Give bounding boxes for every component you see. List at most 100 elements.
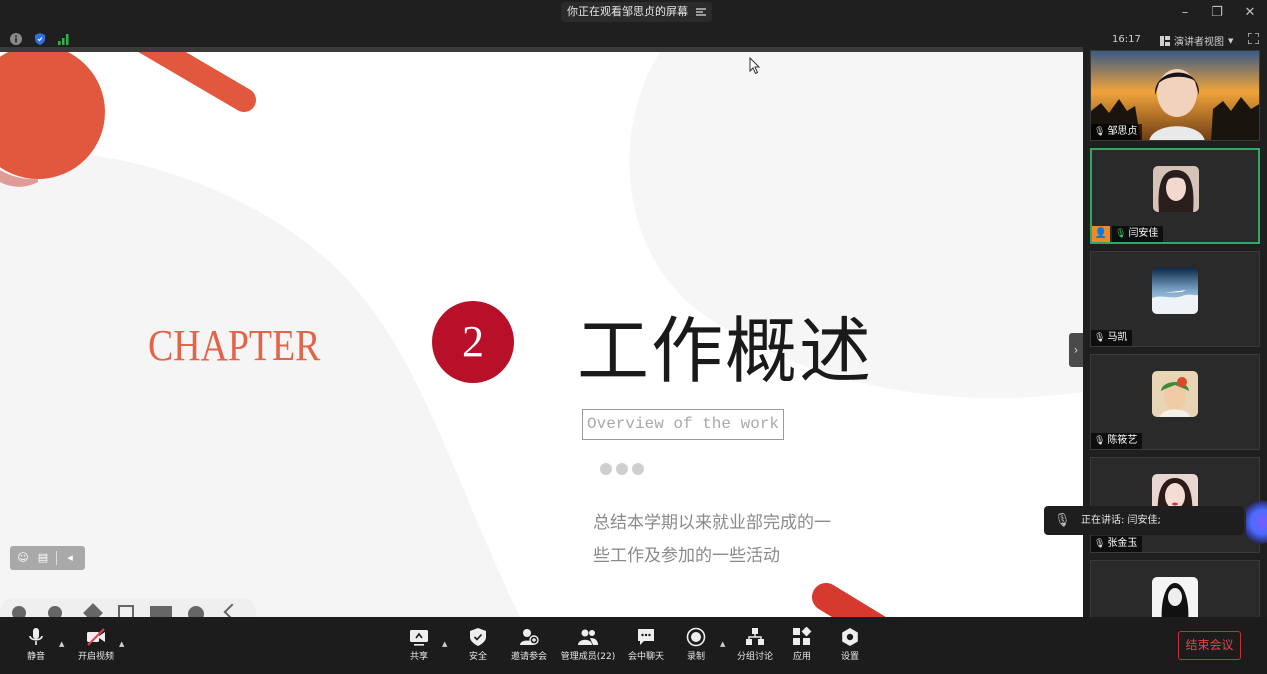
collapse-panel-button[interactable]: › bbox=[1069, 333, 1083, 367]
pen-tool-icon[interactable] bbox=[83, 603, 103, 617]
assistant-orb-icon[interactable] bbox=[1246, 497, 1267, 547]
record-options-caret-icon[interactable]: ▲ bbox=[720, 640, 725, 648]
participant-name-bar: 🎙 闫安佳 bbox=[1112, 226, 1164, 242]
share-options-caret-icon[interactable]: ▲ bbox=[442, 640, 447, 648]
chat-label: 会中聊天 bbox=[627, 652, 664, 662]
shield-icon bbox=[470, 628, 486, 646]
clock-text: 16:17 bbox=[1112, 34, 1141, 45]
participant-name: 张金玉 bbox=[1107, 538, 1138, 549]
settings-button[interactable]: 设置 bbox=[835, 627, 865, 671]
avatar bbox=[1152, 268, 1198, 314]
record-label: 录制 bbox=[686, 652, 705, 662]
eraser-tool-icon[interactable] bbox=[188, 606, 204, 617]
view-mode-label: 演讲者视图 bbox=[1174, 37, 1224, 48]
shape-tool-icon[interactable] bbox=[150, 606, 172, 617]
invite-button[interactable]: 邀请参会 bbox=[509, 627, 549, 671]
pointer-tool-icon[interactable] bbox=[48, 606, 62, 617]
participant-tile[interactable] bbox=[1090, 560, 1260, 617]
slide-title: 工作概述 bbox=[577, 309, 874, 393]
participant-name: 马凯 bbox=[1107, 332, 1128, 343]
participant-tile[interactable]: 👤 🎙 闫安佳 bbox=[1090, 148, 1260, 244]
chat-button[interactable]: 会中聊天 bbox=[626, 627, 666, 671]
decor-dot bbox=[600, 463, 612, 475]
body-line: 些工作及参加的一些活动 bbox=[593, 546, 780, 566]
sharing-text: 你正在观看邹思贞的屏幕 bbox=[567, 5, 688, 18]
start-video-button[interactable]: 开启视频 bbox=[74, 627, 118, 671]
breakout-rooms-icon bbox=[746, 628, 764, 645]
avatar bbox=[1153, 166, 1199, 212]
mic-muted-icon: 🎙 bbox=[1094, 436, 1106, 446]
mic-active-icon: 🎙 bbox=[1115, 229, 1127, 239]
chat-icon bbox=[638, 629, 654, 645]
close-icon[interactable]: ✕ bbox=[1241, 4, 1259, 22]
participant-name-bar: 🎙 马凯 bbox=[1091, 330, 1133, 346]
active-speaker-text: 正在讲话: 闫安佳; bbox=[1081, 515, 1161, 526]
slide-control-bar: ☺ ▤ ◂ bbox=[10, 546, 85, 570]
share-button[interactable]: 共享 bbox=[404, 627, 434, 671]
arrow-tool-icon[interactable] bbox=[12, 606, 26, 617]
chapter-number-badge: 2 bbox=[432, 301, 514, 383]
slide-subtitle: Overview of the work bbox=[582, 409, 784, 440]
signal-icon[interactable] bbox=[58, 33, 70, 45]
shield-icon[interactable] bbox=[34, 33, 46, 45]
participant-name: 陈筱艺 bbox=[1107, 435, 1138, 446]
mic-muted-icon: 🎙 bbox=[1094, 333, 1106, 343]
restore-icon[interactable]: ❐ bbox=[1208, 4, 1226, 22]
shared-screen[interactable]: CHAPTER 2 工作概述 Overview of the work 总结本学… bbox=[0, 52, 1083, 617]
invite-label: 邀请参会 bbox=[510, 652, 547, 662]
breakout-button[interactable]: 分组讨论 bbox=[735, 627, 775, 671]
comment-icon[interactable]: ▤ bbox=[36, 551, 50, 565]
collapse-left-icon[interactable]: ◂ bbox=[63, 551, 77, 565]
video-off-icon bbox=[87, 628, 105, 646]
fullscreen-icon[interactable] bbox=[1248, 33, 1259, 44]
manage-members-button[interactable]: 管理成员(22) bbox=[560, 627, 616, 671]
share-screen-icon bbox=[410, 630, 428, 646]
participant-tile[interactable]: 🎙 马凯 bbox=[1090, 251, 1260, 347]
select-tool-icon[interactable] bbox=[118, 605, 134, 617]
decor-dot bbox=[616, 463, 628, 475]
video-options-caret-icon[interactable]: ▲ bbox=[119, 640, 124, 648]
host-badge-icon: 👤 bbox=[1092, 226, 1110, 242]
mute-button[interactable]: 静音 bbox=[20, 627, 52, 671]
minimize-icon[interactable]: – bbox=[1176, 4, 1194, 22]
apps-icon bbox=[793, 627, 812, 645]
sharing-indicator[interactable]: 你正在观看邹思贞的屏幕 bbox=[561, 2, 712, 22]
share-label: 共享 bbox=[409, 652, 428, 662]
record-button[interactable]: 录制 bbox=[681, 627, 711, 671]
members-icon bbox=[578, 629, 598, 645]
annotation-toolbar bbox=[0, 598, 256, 617]
apps-label: 应用 bbox=[792, 652, 811, 662]
mic-muted-icon: 🎙 bbox=[1094, 539, 1106, 549]
mute-label: 静音 bbox=[26, 652, 45, 662]
apps-button[interactable]: 应用 bbox=[787, 627, 817, 671]
smiley-icon[interactable]: ☺ bbox=[16, 551, 30, 565]
participant-name-bar: 🎙 邹思贞 bbox=[1091, 124, 1143, 140]
info-icon[interactable] bbox=[10, 33, 22, 45]
title-bar: 你正在观看邹思贞的屏幕 – ❐ ✕ bbox=[0, 0, 1267, 26]
video-label: 开启视频 bbox=[77, 652, 114, 662]
layout-icon bbox=[1160, 35, 1170, 46]
meeting-window: 你正在观看邹思贞的屏幕 – ❐ ✕ 16:17 演讲者视图 ▼ CHAPTER … bbox=[0, 0, 1267, 674]
avatar bbox=[1152, 371, 1198, 417]
meeting-toolbar: 静音 ▲ 开启视频 ▲ 共享 ▲ 安全 邀请参会 管理成员(22) 会中聊天 录… bbox=[0, 617, 1267, 674]
participant-tile[interactable]: 🎙 邹思贞 bbox=[1090, 50, 1260, 141]
microphone-icon bbox=[29, 628, 43, 645]
security-button[interactable]: 安全 bbox=[463, 627, 493, 671]
gear-icon bbox=[842, 628, 858, 646]
participants-header: 16:17 演讲者视图 ▼ bbox=[1090, 28, 1267, 50]
participant-name: 邹思贞 bbox=[1107, 126, 1138, 137]
mute-options-caret-icon[interactable]: ▲ bbox=[59, 640, 64, 648]
end-meeting-button[interactable]: 结束会议 bbox=[1178, 631, 1241, 660]
decor-dot bbox=[632, 463, 644, 475]
security-label: 安全 bbox=[468, 652, 487, 662]
view-mode-selector[interactable]: 演讲者视图 ▼ bbox=[1160, 33, 1233, 48]
cursor-icon bbox=[749, 57, 761, 75]
participant-name-bar: 🎙 张金玉 bbox=[1091, 536, 1143, 552]
participant-tile[interactable]: 🎙 张金玉 bbox=[1090, 457, 1260, 553]
back-icon[interactable] bbox=[223, 603, 241, 617]
settings-label: 设置 bbox=[840, 652, 859, 662]
chevron-right-icon: › bbox=[1073, 343, 1079, 357]
participant-tile[interactable]: 🎙 陈筱艺 bbox=[1090, 354, 1260, 450]
record-icon bbox=[686, 627, 706, 647]
active-speaker-toast: 🎙 正在讲话: 闫安佳; bbox=[1044, 506, 1244, 535]
